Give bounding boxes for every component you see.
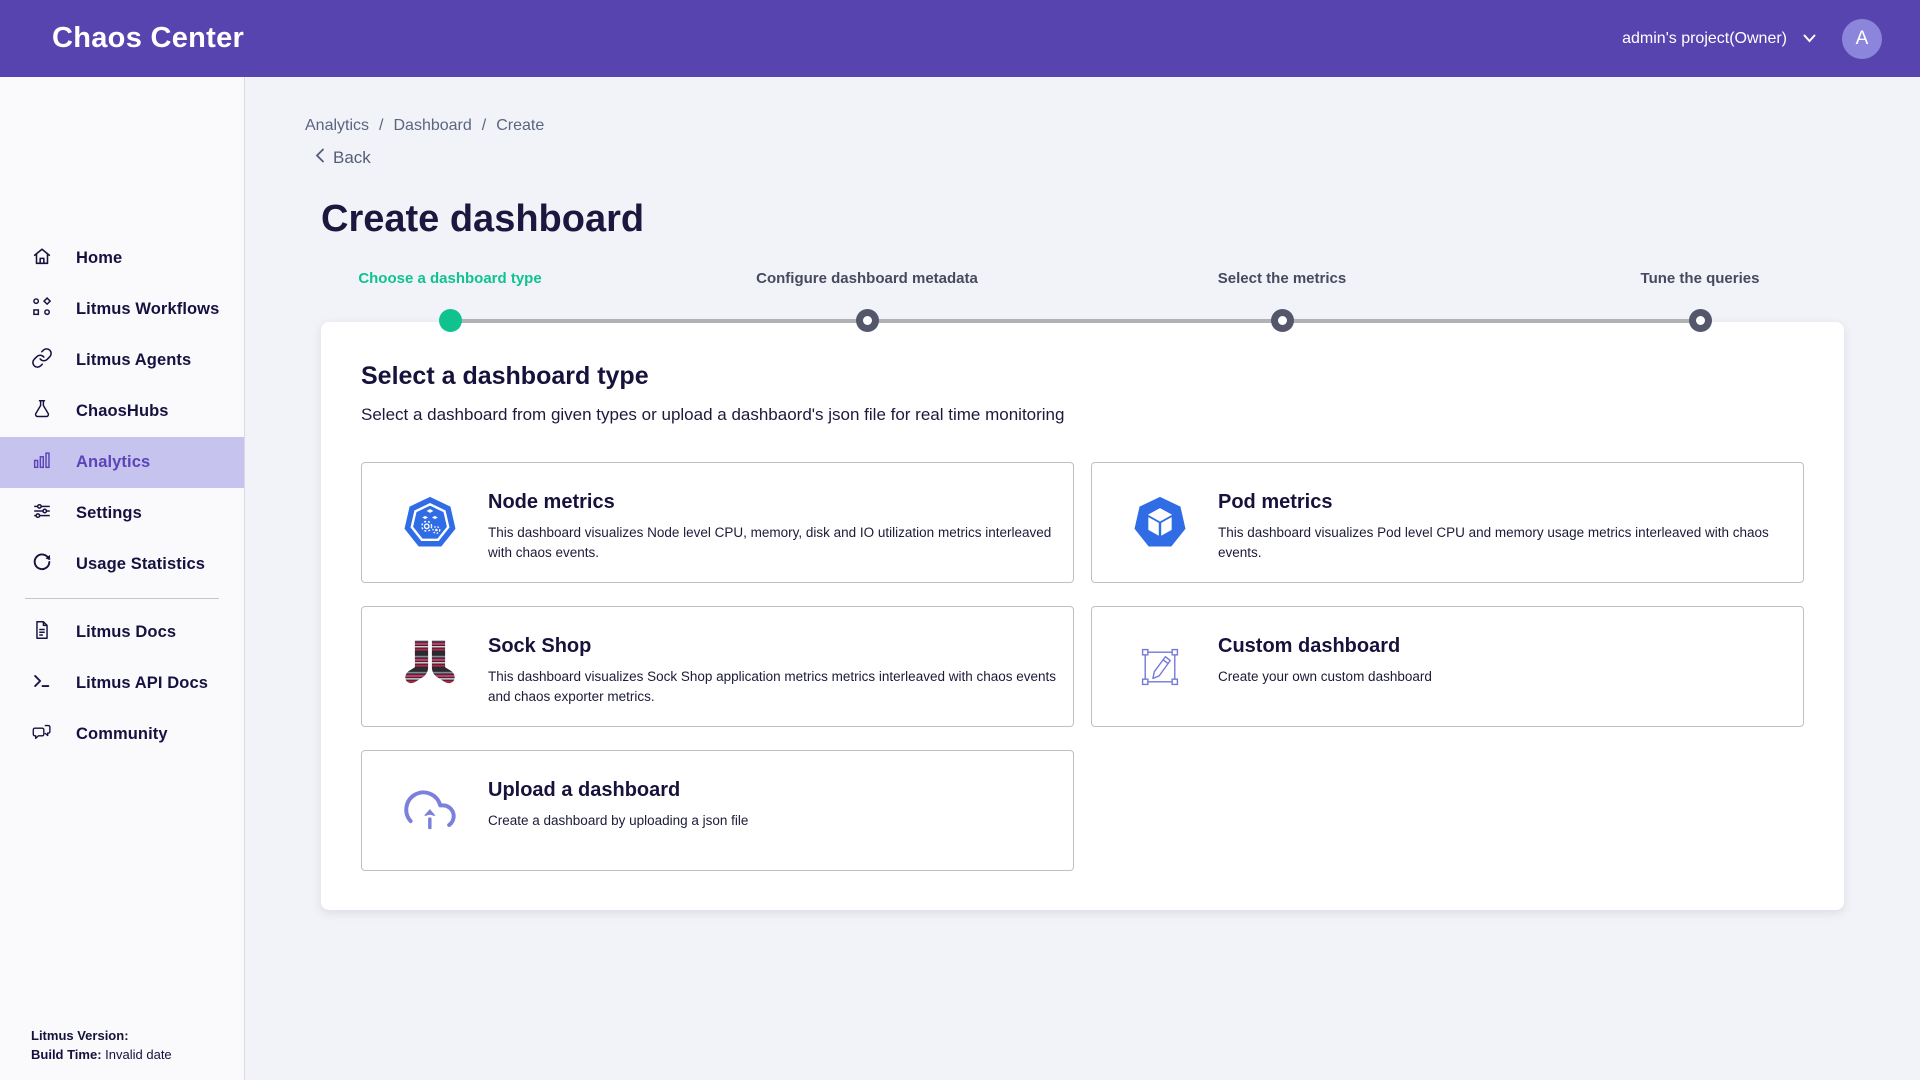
- chat-bubbles-icon: [31, 721, 53, 748]
- card-description: Create a dashboard by uploading a json f…: [488, 811, 1070, 831]
- sidebar: Home Litmus Workflows Litmus Agents Chao…: [0, 77, 245, 1080]
- dashboard-type-panel: Select a dashboard type Select a dashboa…: [321, 322, 1844, 910]
- breadcrumb-analytics[interactable]: Analytics: [305, 117, 369, 135]
- home-icon: [31, 245, 53, 272]
- project-selector[interactable]: admin's project(Owner): [1622, 30, 1816, 48]
- sidebar-item-litmus-docs[interactable]: Litmus Docs: [0, 607, 244, 658]
- sidebar-nav: Home Litmus Workflows Litmus Agents Chao…: [0, 233, 244, 760]
- sidebar-item-usage-statistics[interactable]: Usage Statistics: [0, 539, 244, 590]
- sidebar-item-litmus-workflows[interactable]: Litmus Workflows: [0, 284, 244, 335]
- avatar[interactable]: A: [1842, 19, 1882, 59]
- refresh-circle-icon: [31, 551, 53, 578]
- flask-icon: [31, 398, 53, 425]
- sidebar-item-label: Analytics: [76, 453, 150, 472]
- sidebar-item-label: Settings: [76, 504, 142, 523]
- edit-frame-icon: [1126, 644, 1194, 690]
- step-label-tune-queries: Tune the queries: [1641, 270, 1760, 287]
- card-pod-metrics[interactable]: Pod metrics This dashboard visualizes Po…: [1091, 462, 1804, 583]
- sidebar-item-label: Litmus Agents: [76, 351, 191, 370]
- sidebar-footer: Litmus Version: Build Time: Invalid date: [31, 1026, 172, 1064]
- header-right: admin's project(Owner) A: [1622, 19, 1882, 59]
- breadcrumb-create[interactable]: Create: [496, 117, 544, 135]
- link-icon: [31, 347, 53, 374]
- project-label: admin's project(Owner): [1622, 30, 1787, 48]
- sliders-icon: [31, 500, 53, 527]
- socks-icon: [396, 636, 464, 698]
- sidebar-item-analytics[interactable]: Analytics: [0, 437, 244, 488]
- step-label-configure-metadata: Configure dashboard metadata: [756, 270, 978, 287]
- sidebar-item-chaoshubs[interactable]: ChaosHubs: [0, 386, 244, 437]
- card-custom-dashboard[interactable]: Custom dashboard Create your own custom …: [1091, 606, 1804, 727]
- sidebar-item-label: ChaosHubs: [76, 402, 169, 421]
- card-title: Custom dashboard: [1218, 635, 1400, 658]
- step-label-select-metrics: Select the metrics: [1218, 270, 1346, 287]
- sidebar-divider: [25, 598, 219, 599]
- chevron-down-icon: [1803, 30, 1816, 48]
- terminal-icon: [31, 670, 53, 697]
- breadcrumb-separator: /: [482, 117, 486, 135]
- card-sock-shop[interactable]: Sock Shop This dashboard visualizes Sock…: [361, 606, 1074, 727]
- sidebar-item-settings[interactable]: Settings: [0, 488, 244, 539]
- breadcrumb-dashboard[interactable]: Dashboard: [393, 117, 471, 135]
- document-icon: [31, 619, 53, 646]
- card-description: This dashboard visualizes Node level CPU…: [488, 523, 1070, 562]
- step-dot-3: [1271, 309, 1294, 332]
- kubernetes-pod-icon: [1126, 494, 1194, 552]
- card-title: Node metrics: [488, 491, 615, 514]
- panel-subheading: Select a dashboard from given types or u…: [361, 405, 1064, 425]
- card-node-metrics[interactable]: Node metrics This dashboard visualizes N…: [361, 462, 1074, 583]
- app-header: Chaos Center admin's project(Owner) A: [0, 0, 1920, 77]
- sidebar-item-label: Litmus Workflows: [76, 300, 219, 319]
- build-time-value: Invalid date: [105, 1047, 172, 1062]
- card-upload-dashboard[interactable]: Upload a dashboard Create a dashboard by…: [361, 750, 1074, 871]
- sidebar-item-label: Community: [76, 725, 168, 744]
- sidebar-item-label: Home: [76, 249, 122, 268]
- bar-chart-icon: [31, 449, 53, 476]
- step-dot-4: [1689, 309, 1712, 332]
- step-dot-2: [856, 309, 879, 332]
- workflows-icon: [31, 296, 53, 323]
- card-description: Create your own custom dashboard: [1218, 667, 1800, 687]
- step-label-choose-type: Choose a dashboard type: [358, 270, 541, 287]
- stepper-line: [450, 319, 1700, 323]
- card-description: This dashboard visualizes Pod level CPU …: [1218, 523, 1800, 562]
- sidebar-item-litmus-api-docs[interactable]: Litmus API Docs: [0, 658, 244, 709]
- sidebar-item-label: Litmus Docs: [76, 623, 176, 642]
- sidebar-item-label: Usage Statistics: [76, 555, 205, 574]
- sidebar-item-home[interactable]: Home: [0, 233, 244, 284]
- cloud-upload-icon: [396, 786, 464, 836]
- app-title: Chaos Center: [52, 22, 244, 55]
- version-label: Litmus Version:: [31, 1028, 129, 1043]
- panel-heading: Select a dashboard type: [361, 362, 649, 391]
- sidebar-item-community[interactable]: Community: [0, 709, 244, 760]
- back-label: Back: [333, 148, 371, 168]
- step-dot-1: [439, 309, 462, 332]
- sidebar-item-label: Litmus API Docs: [76, 674, 208, 693]
- breadcrumb: Analytics / Dashboard / Create: [305, 117, 544, 135]
- card-title: Pod metrics: [1218, 491, 1332, 514]
- chevron-left-icon: [315, 148, 325, 168]
- card-description: This dashboard visualizes Sock Shop appl…: [488, 667, 1070, 706]
- card-title: Sock Shop: [488, 635, 591, 658]
- breadcrumb-separator: /: [379, 117, 383, 135]
- sidebar-item-litmus-agents[interactable]: Litmus Agents: [0, 335, 244, 386]
- build-time-label: Build Time:: [31, 1047, 102, 1062]
- back-button[interactable]: Back: [315, 148, 371, 168]
- kubernetes-node-icon: [396, 494, 464, 552]
- card-title: Upload a dashboard: [488, 779, 680, 802]
- page-title: Create dashboard: [321, 198, 644, 241]
